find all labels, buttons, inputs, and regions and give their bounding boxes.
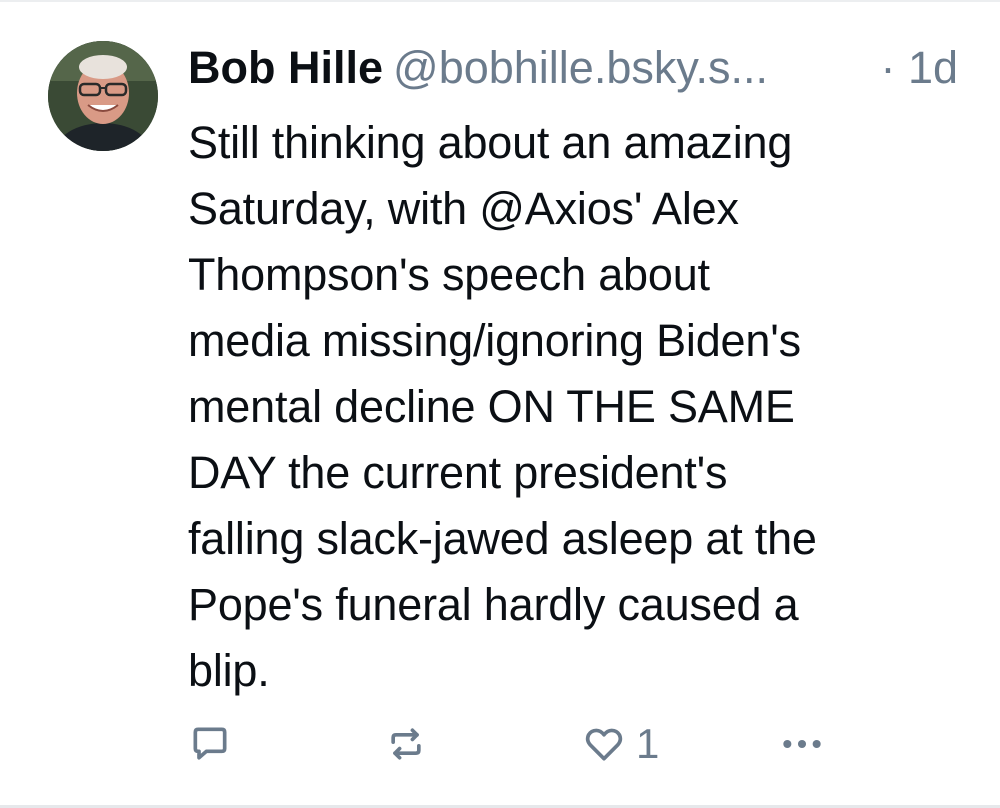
- repost-icon: [391, 728, 421, 760]
- post-actions: 1: [188, 716, 838, 776]
- author-avatar[interactable]: [48, 41, 158, 151]
- more-options-icon: [783, 739, 821, 749]
- post-text: Still thinking about an amazing Saturday…: [188, 117, 817, 696]
- repost-button[interactable]: [384, 716, 428, 772]
- reply-button[interactable]: [188, 716, 232, 772]
- post-header: Bob Hille @bobhille.bsky.s... · 1d: [188, 40, 978, 96]
- author-display-name[interactable]: Bob Hille: [188, 42, 383, 93]
- reply-icon: [193, 727, 227, 760]
- avatar-photo-icon: [48, 41, 158, 151]
- author-handle[interactable]: @bobhille.bsky.s...: [393, 42, 768, 93]
- like-count: 1: [636, 720, 660, 767]
- more-options-button[interactable]: [776, 716, 828, 772]
- like-button[interactable]: 1: [582, 716, 659, 772]
- top-divider: [0, 0, 1000, 2]
- heart-icon: [585, 728, 623, 761]
- post-timestamp[interactable]: · 1d: [880, 40, 958, 96]
